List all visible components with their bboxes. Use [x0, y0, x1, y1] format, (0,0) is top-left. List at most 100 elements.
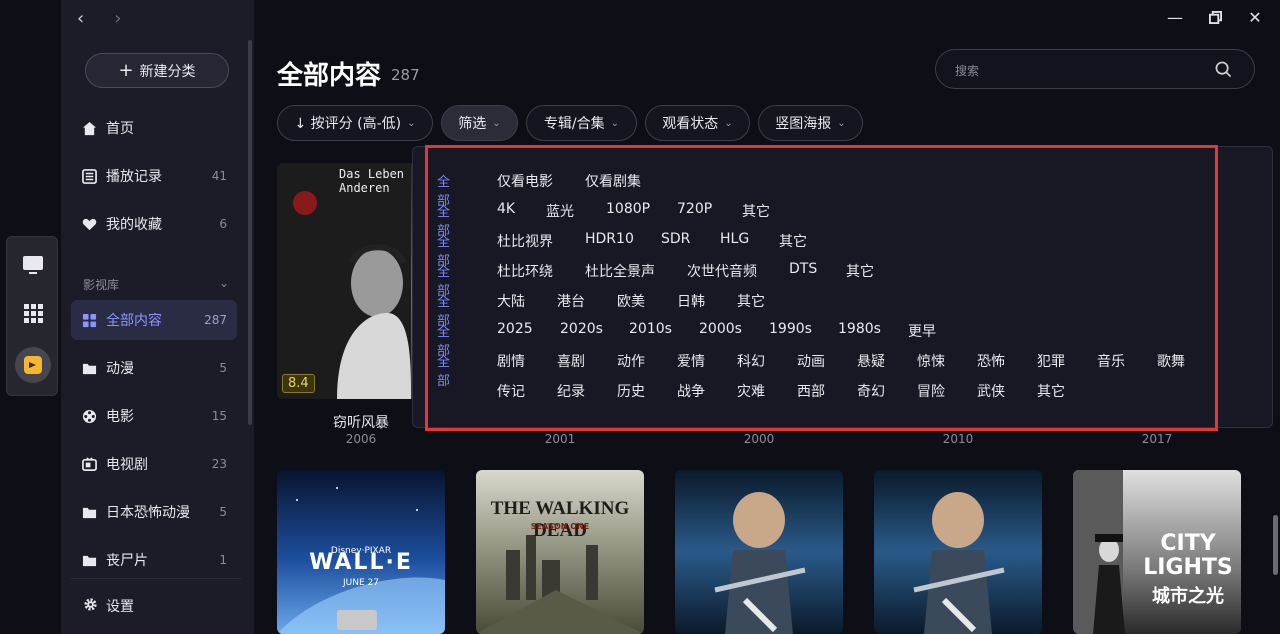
- sidebar-item-home[interactable]: 首页: [71, 108, 237, 148]
- poster-subtext: 城市之光: [1152, 586, 1224, 607]
- filter-option[interactable]: 仅看剧集: [585, 171, 641, 191]
- filter-option[interactable]: 次世代音频: [687, 261, 757, 281]
- filter-option[interactable]: 其它: [779, 231, 807, 251]
- filter-option[interactable]: 惊悚: [917, 351, 945, 371]
- restore-icon[interactable]: [1206, 8, 1224, 26]
- filter-option[interactable]: 其它: [1037, 381, 1065, 401]
- filter-option[interactable]: 日韩: [677, 291, 705, 311]
- sidebar-item-tv[interactable]: 电视剧 23: [71, 444, 237, 484]
- chevron-down-icon: ⌄: [407, 117, 416, 129]
- sidebar-item-anime[interactable]: 动漫 5: [71, 348, 237, 388]
- filter-dropdown[interactable]: 筛选 ⌄: [441, 105, 518, 141]
- filter-option[interactable]: 音乐: [1097, 351, 1125, 371]
- filter-option[interactable]: HDR10: [585, 231, 634, 247]
- sidebar-scrollbar[interactable]: [248, 40, 252, 425]
- search-icon[interactable]: [1215, 61, 1232, 78]
- forward-icon[interactable]: ›: [114, 10, 121, 28]
- poster-style-label: 竖图海报: [775, 116, 832, 132]
- filter-option[interactable]: 纪录: [557, 381, 585, 401]
- filter-option[interactable]: DTS: [789, 261, 817, 277]
- filter-option[interactable]: 4K: [497, 201, 515, 217]
- video-app-icon[interactable]: [15, 347, 51, 383]
- filter-option[interactable]: 西部: [797, 381, 825, 401]
- filter-option[interactable]: 爱情: [677, 351, 705, 371]
- monitor-icon[interactable]: [15, 247, 51, 283]
- poster-walking-dead[interactable]: THE WALKING DEAD SEASON ONE: [476, 470, 644, 634]
- filter-option[interactable]: 720P: [677, 201, 712, 217]
- home-icon: [81, 120, 97, 136]
- filter-option[interactable]: 其它: [737, 291, 765, 311]
- filter-option[interactable]: 武侠: [977, 381, 1005, 401]
- filter-option[interactable]: 2025: [497, 321, 533, 337]
- settings-button[interactable]: 设置: [83, 596, 134, 616]
- sidebar-item-label: 丧尸片: [106, 553, 148, 569]
- filter-option[interactable]: 大陆: [497, 291, 525, 311]
- watch-status-dropdown[interactable]: 观看状态 ⌄: [645, 105, 750, 141]
- filter-option[interactable]: 杜比全景声: [585, 261, 655, 281]
- folder-icon: [81, 360, 97, 376]
- library-section-header[interactable]: 影视库 ⌄: [83, 276, 229, 293]
- page-item-count: 287: [391, 66, 420, 84]
- close-icon[interactable]: ✕: [1246, 8, 1264, 27]
- filter-option[interactable]: 杜比视界: [497, 231, 553, 251]
- sidebar-item-jp-horror-anime[interactable]: 日本恐怖动漫 5: [71, 492, 237, 532]
- sidebar-item-zombie[interactable]: 丧尸片 1: [71, 540, 237, 580]
- filter-option[interactable]: 恐怖: [977, 351, 1005, 371]
- page-title: 全部内容: [277, 61, 382, 91]
- search-input[interactable]: 搜索: [935, 49, 1255, 89]
- filter-option[interactable]: 2010s: [629, 321, 672, 337]
- poster-aliens-1[interactable]: [675, 470, 843, 634]
- sidebar-item-history[interactable]: 播放记录 41: [71, 156, 237, 196]
- filter-option[interactable]: 动作: [617, 351, 645, 371]
- filter-option[interactable]: 悬疑: [857, 351, 885, 371]
- filter-option[interactable]: 其它: [742, 201, 770, 221]
- filter-option[interactable]: 蓝光: [546, 201, 574, 221]
- filter-option[interactable]: 历史: [617, 381, 645, 401]
- filter-option[interactable]: 杜比环绕: [497, 261, 553, 281]
- poster-city-lights[interactable]: CITY LIGHTS 城市之光: [1073, 470, 1241, 634]
- album-dropdown[interactable]: 专辑/合集 ⌄: [526, 105, 637, 141]
- back-icon[interactable]: ‹: [77, 10, 84, 28]
- filter-option[interactable]: 其它: [846, 261, 874, 281]
- poster-style-dropdown[interactable]: 竖图海报 ⌄: [758, 105, 863, 141]
- sort-dropdown[interactable]: ↓ 按评分 (高-低) ⌄: [277, 105, 433, 141]
- minimize-icon[interactable]: —: [1166, 8, 1184, 27]
- poster-wall-e[interactable]: Disney·PIXAR WALL·E JUNE 27: [277, 470, 445, 634]
- filter-option[interactable]: SDR: [661, 231, 690, 247]
- sidebar-item-all-content[interactable]: 全部内容 287: [71, 300, 237, 340]
- sidebar-item-favorites[interactable]: 我的收藏 6: [71, 204, 237, 244]
- main-scrollbar[interactable]: [1273, 515, 1278, 575]
- filter-option[interactable]: 1980s: [838, 321, 881, 337]
- filter-option[interactable]: 港台: [557, 291, 585, 311]
- filter-option[interactable]: 1990s: [769, 321, 812, 337]
- sidebar-item-label: 全部内容: [106, 313, 162, 329]
- poster-aliens-2[interactable]: [874, 470, 1042, 634]
- filter-option[interactable]: 灾难: [737, 381, 765, 401]
- filter-option[interactable]: 仅看电影: [497, 171, 553, 191]
- filter-option[interactable]: 传记: [497, 381, 525, 401]
- new-category-button[interactable]: + 新建分类: [85, 53, 229, 88]
- nav-arrows: ‹ ›: [77, 10, 121, 28]
- sort-label: ↓ 按评分 (高-低): [294, 116, 402, 132]
- filter-option[interactable]: 犯罪: [1037, 351, 1065, 371]
- filter-option[interactable]: 奇幻: [857, 381, 885, 401]
- filter-all-option[interactable]: 全部: [437, 351, 450, 389]
- filter-option[interactable]: HLG: [720, 231, 749, 247]
- filter-option[interactable]: 战争: [677, 381, 705, 401]
- apps-grid-icon[interactable]: [15, 295, 51, 331]
- filter-option[interactable]: 剧情: [497, 351, 525, 371]
- poster-art: [277, 163, 411, 399]
- filter-option[interactable]: 冒险: [917, 381, 945, 401]
- sidebar-item-label: 播放记录: [106, 169, 162, 185]
- filter-option[interactable]: 动画: [797, 351, 825, 371]
- filter-option[interactable]: 喜剧: [557, 351, 585, 371]
- sidebar-item-movies[interactable]: 电影 15: [71, 396, 237, 436]
- grid-icon: [81, 312, 97, 328]
- filter-option[interactable]: 2020s: [560, 321, 603, 337]
- filter-option[interactable]: 科幻: [737, 351, 765, 371]
- filter-option[interactable]: 欧美: [617, 291, 645, 311]
- filter-option[interactable]: 2000s: [699, 321, 742, 337]
- filter-option[interactable]: 更早: [908, 321, 936, 341]
- filter-option[interactable]: 歌舞: [1157, 351, 1185, 371]
- filter-option[interactable]: 1080P: [606, 201, 650, 217]
